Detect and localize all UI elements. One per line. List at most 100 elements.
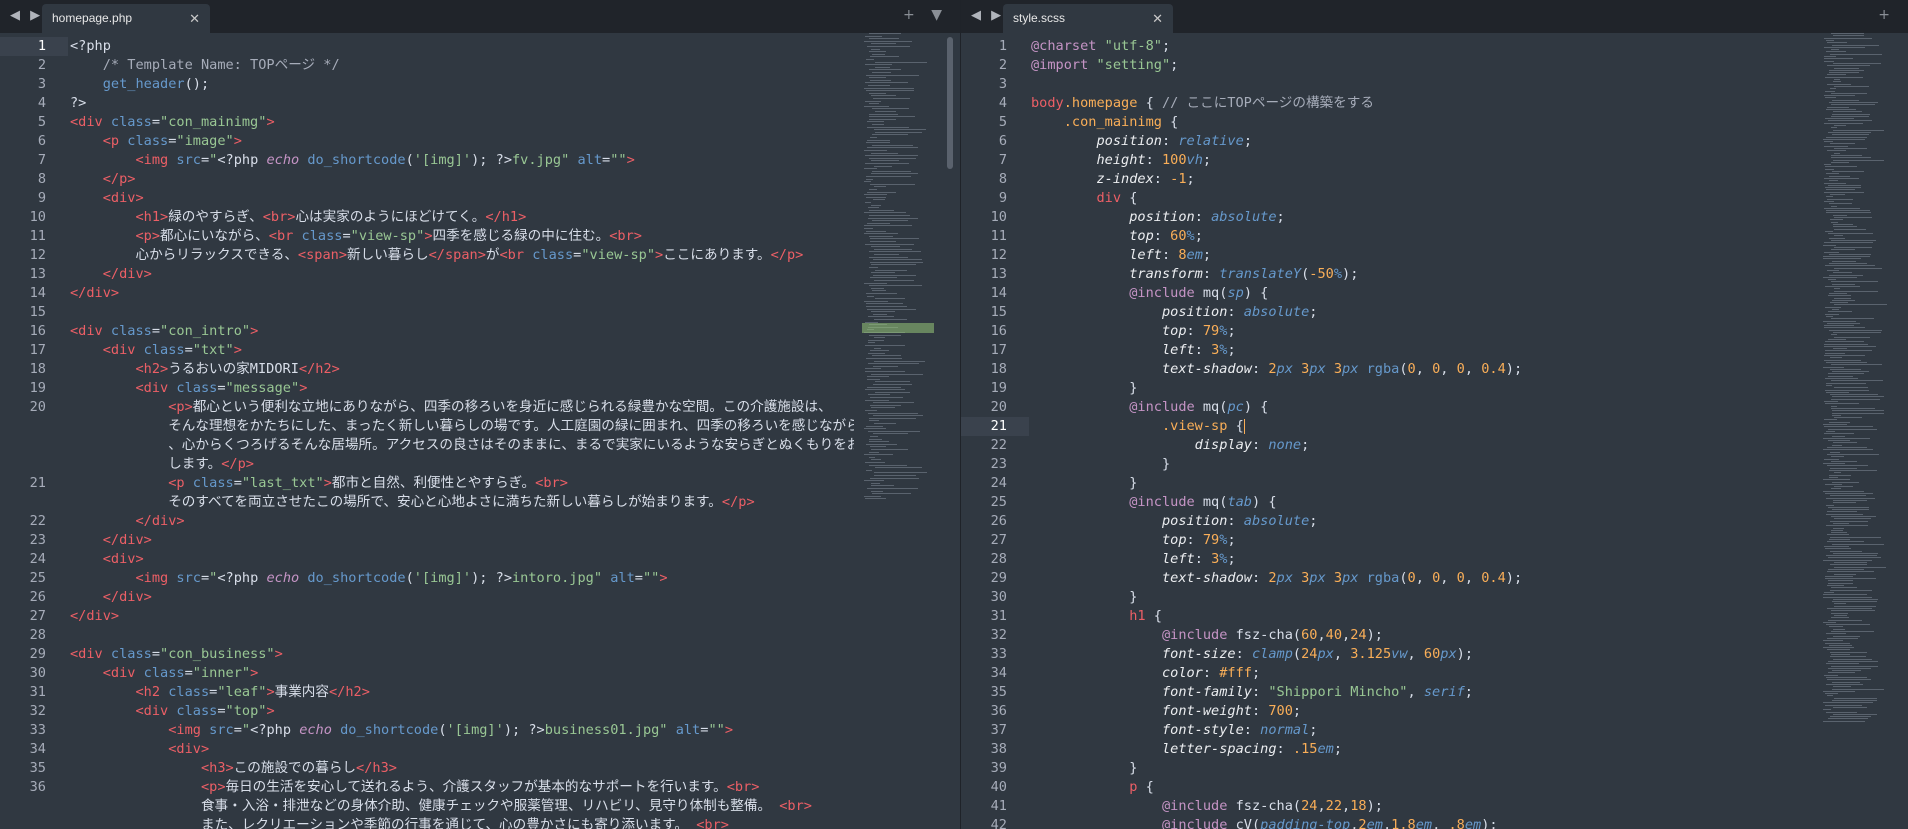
code-line[interactable]: z-index: -1; xyxy=(1031,170,1818,189)
right-editor-pane[interactable]: ◀ ▶ style.scss ✕ + 1 2 3 4 5 6 7 8 9 10 11 12 13 14 15… xyxy=(961,0,1908,829)
code-line[interactable]: します。</p> xyxy=(70,455,854,474)
code-line[interactable]: left: 3%; xyxy=(1031,341,1818,360)
code-line[interactable]: <p>毎日の生活を安心して送れるよう、介護スタッフが基本的なサポートを行います。… xyxy=(70,778,854,797)
close-icon[interactable]: ✕ xyxy=(1152,4,1163,33)
code-line[interactable]: h1 { xyxy=(1031,607,1818,626)
code-line[interactable]: </div> xyxy=(70,588,854,607)
code-area[interactable]: @charset "utf-8"; @import "setting"; body.… xyxy=(1031,33,1818,829)
code-line[interactable]: } xyxy=(1031,588,1818,607)
code-line[interactable]: .con_mainimg { xyxy=(1031,113,1818,132)
code-line[interactable]: <h2>うるおいの家MIDORI</h2> xyxy=(70,360,854,379)
code-line[interactable]: font-size: clamp(24px, 3.125vw, 60px); xyxy=(1031,645,1818,664)
code-line[interactable]: @import "setting"; xyxy=(1031,56,1818,75)
code-line[interactable]: <div> xyxy=(70,550,854,569)
code-line[interactable]: </div> xyxy=(70,284,854,303)
code-line[interactable]: top: 79%; xyxy=(1031,531,1818,550)
code-line[interactable]: display: none; xyxy=(1031,436,1818,455)
tab-tools-icon[interactable]: + ▼ xyxy=(903,7,948,23)
code-editor[interactable]: 1 2 3 4 5 6 7 8 9 10 11 12 13 14 15 16 17 18 19 20 21 22 23 24 2… xyxy=(0,33,960,829)
code-line[interactable]: left: 8em; xyxy=(1031,246,1818,265)
code-line[interactable]: } xyxy=(1031,379,1818,398)
code-line[interactable]: 、心からくつろげるそんな居場所。アクセスの良さはそのままに、まるで実家にいるよう… xyxy=(70,436,854,455)
code-line[interactable]: <div> xyxy=(70,740,854,759)
code-line[interactable]: <div class="con_intro"> xyxy=(70,322,854,341)
code-line[interactable]: そのすべてを両立させたこの場所で、安心と心地よさに満ちた新しい暮らしが始まります… xyxy=(70,493,854,512)
code-line[interactable]: position: absolute; xyxy=(1031,208,1818,227)
code-line[interactable]: <?php xyxy=(70,37,854,56)
code-line[interactable]: <div class="txt"> xyxy=(70,341,854,360)
code-line[interactable]: <h3>この施設での暮らし</h3> xyxy=(70,759,854,778)
code-line[interactable]: <h2 class="leaf">事業内容</h2> xyxy=(70,683,854,702)
code-line[interactable]: letter-spacing: .15em; xyxy=(1031,740,1818,759)
code-line[interactable]: font-weight: 700; xyxy=(1031,702,1818,721)
code-line[interactable]: </div> xyxy=(70,265,854,284)
code-line[interactable]: そんな理想をかたちにした、まったく新しい暮らしの場です。人工庭園の緑に囲まれ、四… xyxy=(70,417,854,436)
code-line[interactable]: .view-sp { xyxy=(1031,417,1818,436)
tab-style-scss[interactable]: style.scss ✕ xyxy=(1003,4,1173,33)
minimap[interactable] xyxy=(1819,33,1895,829)
code-line[interactable] xyxy=(70,626,854,645)
code-line[interactable]: p { xyxy=(1031,778,1818,797)
code-line[interactable]: /* Template Name: TOPページ */ xyxy=(70,56,854,75)
close-icon[interactable]: ✕ xyxy=(189,4,200,33)
code-line[interactable]: <div> xyxy=(70,189,854,208)
code-line[interactable]: text-shadow: 2px 3px 3px rgba(0, 0, 0, 0… xyxy=(1031,360,1818,379)
code-line[interactable]: top: 60%; xyxy=(1031,227,1818,246)
code-line[interactable]: <div class="top"> xyxy=(70,702,854,721)
minimap[interactable] xyxy=(860,33,936,829)
code-line[interactable]: @include mq(pc) { xyxy=(1031,398,1818,417)
code-line[interactable]: <div class="message"> xyxy=(70,379,854,398)
code-line[interactable]: <img src="<?php echo do_shortcode('[img]… xyxy=(70,721,854,740)
code-line[interactable]: position: absolute; xyxy=(1031,303,1818,322)
code-line[interactable]: @charset "utf-8"; xyxy=(1031,37,1818,56)
tab-nav-arrows-icon[interactable]: ◀ ▶ xyxy=(971,8,1004,23)
code-line[interactable]: font-family: "Shippori Mincho", serif; xyxy=(1031,683,1818,702)
code-line[interactable]: </div> xyxy=(70,531,854,550)
code-line[interactable]: height: 100vh; xyxy=(1031,151,1818,170)
code-line[interactable]: </div> xyxy=(70,512,854,531)
code-line[interactable]: また、レクリエーションや季節の行事を通じて、心の豊かさにも寄り添います。 <br… xyxy=(70,816,854,829)
code-line[interactable]: <img src="<?php echo do_shortcode('[img]… xyxy=(70,569,854,588)
code-line[interactable]: position: relative; xyxy=(1031,132,1818,151)
code-line[interactable]: <p>都心という便利な立地にありながら、四季の移ろいを身近に感じられる緑豊かな空… xyxy=(70,398,854,417)
code-line[interactable]: position: absolute; xyxy=(1031,512,1818,531)
code-line[interactable]: </p> xyxy=(70,170,854,189)
code-line[interactable] xyxy=(1031,75,1818,94)
code-line[interactable]: left: 3%; xyxy=(1031,550,1818,569)
code-line[interactable]: } xyxy=(1031,474,1818,493)
code-line[interactable]: <p>都心にいながら、<br class="view-sp">四季を感じる緑の中… xyxy=(70,227,854,246)
code-line[interactable]: top: 79%; xyxy=(1031,322,1818,341)
code-line[interactable]: @include fsz-cha(60,40,24); xyxy=(1031,626,1818,645)
code-line[interactable]: get_header(); xyxy=(70,75,854,94)
code-line[interactable]: <p class="image"> xyxy=(70,132,854,151)
code-line[interactable]: 心からリラックスできる、<span>新しい暮らし</span>が<br clas… xyxy=(70,246,854,265)
code-line[interactable]: text-shadow: 2px 3px 3px rgba(0, 0, 0, 0… xyxy=(1031,569,1818,588)
tab-homepage-php[interactable]: homepage.php ✕ xyxy=(42,4,210,33)
code-line[interactable]: <img src="<?php echo do_shortcode('[img]… xyxy=(70,151,854,170)
code-line[interactable]: @include fsz-cha(24,22,18); xyxy=(1031,797,1818,816)
code-area[interactable]: <?php /* Template Name: TOPページ */ get_he… xyxy=(70,33,854,829)
code-line[interactable]: @include mq(tab) { xyxy=(1031,493,1818,512)
code-line[interactable]: 食事・入浴・排泄などの身体介助、健康チェックや服薬管理、リハビリ、見守り体制も整… xyxy=(70,797,854,816)
code-line[interactable]: body.homepage { // ここにTOPページの構築をする xyxy=(1031,94,1818,113)
code-line[interactable]: </div> xyxy=(70,607,854,626)
tab-tools-icon[interactable]: + xyxy=(1878,7,1896,23)
vertical-scrollbar[interactable] xyxy=(947,37,953,169)
left-editor-pane[interactable]: ◀ ▶ homepage.php ✕ + ▼ 1 2 3 4 5 6 7 8 9 10 11 12 13… xyxy=(0,0,961,829)
code-line[interactable]: } xyxy=(1031,455,1818,474)
code-line[interactable]: font-style: normal; xyxy=(1031,721,1818,740)
tab-nav-arrows-icon[interactable]: ◀ ▶ xyxy=(10,8,43,23)
code-line[interactable]: @include mq(sp) { xyxy=(1031,284,1818,303)
code-line[interactable]: <div class="inner"> xyxy=(70,664,854,683)
code-line[interactable] xyxy=(70,303,854,322)
code-line[interactable]: <div class="con_business"> xyxy=(70,645,854,664)
code-line[interactable]: div { xyxy=(1031,189,1818,208)
code-line[interactable]: <h1>緑のやすらぎ、<br>心は実家のようにほどけてく。</h1> xyxy=(70,208,854,227)
code-line[interactable]: color: #fff; xyxy=(1031,664,1818,683)
code-line[interactable]: @include cV(padding-top,2em,1.8em, .8em)… xyxy=(1031,816,1818,829)
code-line[interactable]: ?> xyxy=(70,94,854,113)
code-line[interactable]: transform: translateY(-50%); xyxy=(1031,265,1818,284)
code-editor[interactable]: 1 2 3 4 5 6 7 8 9 10 11 12 13 14 15 16 17 18 19 20 21 22 23 24 2… xyxy=(961,33,1908,829)
code-line[interactable]: } xyxy=(1031,759,1818,778)
code-line[interactable]: <div class="con_mainimg"> xyxy=(70,113,854,132)
